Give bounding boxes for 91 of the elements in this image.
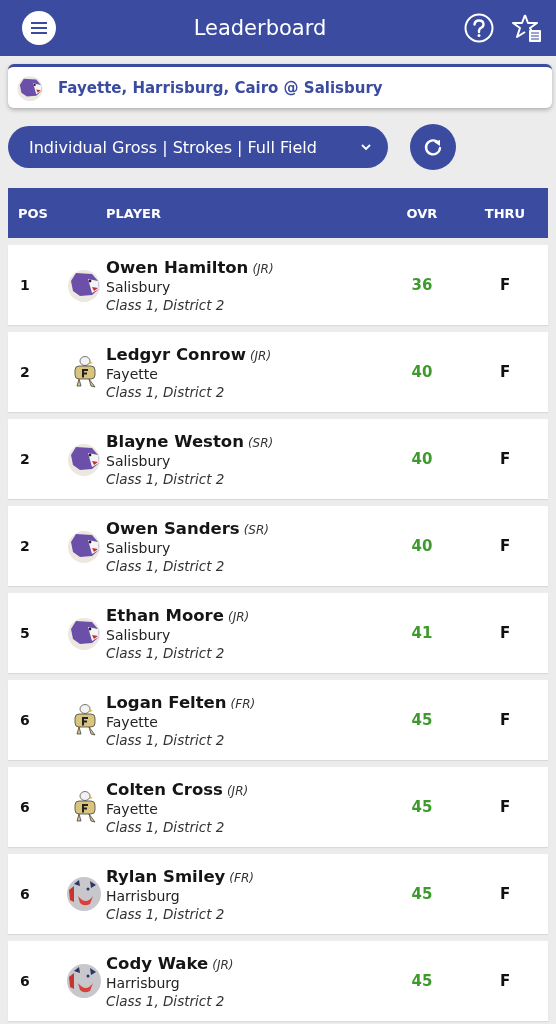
score-text: 41 — [411, 624, 433, 642]
grade-text: (JR) — [252, 261, 274, 276]
player-name: Cody Wake — [106, 953, 209, 973]
thru-text: F — [499, 537, 511, 555]
position-text: 6 — [19, 712, 31, 728]
score-text: 45 — [411, 711, 433, 729]
thru-text: F — [499, 972, 511, 990]
grade-text: (JR) — [227, 609, 250, 624]
favorites-button[interactable] — [512, 13, 542, 43]
position-text: 2 — [19, 538, 31, 554]
player-name: Colten Cross — [106, 779, 223, 799]
grade-text: (FR) — [230, 696, 256, 711]
school-name: Harrisburg — [106, 974, 181, 991]
help-button[interactable] — [464, 13, 494, 43]
thru-text: F — [499, 363, 511, 381]
player-name: Owen Hamilton — [106, 257, 249, 277]
player-name: Logan Felten — [106, 692, 227, 712]
player-name: Owen Sanders — [106, 518, 240, 538]
player-row[interactable]: 2 Blayne Weston (SR) Salisbury Class 1, District 2 40 F — [8, 419, 548, 499]
thru-text: F — [499, 276, 511, 294]
school-name: Salisbury — [106, 452, 172, 469]
chevron-down-icon — [360, 143, 372, 151]
position-text: 1 — [19, 277, 31, 293]
division-text: Class 1, District 2 — [106, 644, 226, 661]
grade-text: (FR) — [229, 870, 254, 885]
school-name: Harrisburg — [106, 887, 181, 904]
position-text: 2 — [19, 451, 31, 467]
menu-button[interactable] — [22, 11, 56, 45]
division-text: Class 1, District 2 — [106, 992, 226, 1009]
menu-icon — [31, 22, 47, 34]
player-row[interactable]: 1 Owen Hamilton (JR) Salisbury Class 1, District 2 36 F — [8, 245, 548, 325]
score-text: 45 — [411, 798, 433, 816]
thru-text: F — [499, 450, 511, 468]
score-text: 40 — [411, 450, 433, 468]
column-header: PLAYER — [106, 205, 162, 221]
school-name: Salisbury — [106, 626, 172, 643]
score-text: 40 — [411, 537, 433, 555]
player-row[interactable]: 6 Logan Felten (FR) Fayette Class 1, District 2 45 F — [8, 680, 548, 760]
column-header: THRU — [483, 205, 527, 221]
division-text: Class 1, District 2 — [106, 296, 226, 313]
division-text: Class 1, District 2 — [106, 818, 226, 835]
position-text: 6 — [19, 799, 31, 815]
school-name: Fayette — [106, 800, 159, 817]
column-header: POS — [17, 205, 49, 221]
star-list-icon — [512, 13, 542, 43]
thru-text: F — [499, 885, 511, 903]
grade-text: (SR) — [243, 522, 269, 537]
score-text: 45 — [411, 972, 433, 990]
division-text: Class 1, District 2 — [106, 557, 226, 574]
grade-text: (SR) — [247, 435, 274, 450]
thru-text: F — [499, 711, 511, 729]
score-text: 45 — [411, 885, 433, 903]
grade-text: (JR) — [212, 957, 234, 972]
grade-text: (JR) — [249, 348, 272, 363]
bulldog-head-icon — [66, 963, 102, 999]
division-text: Class 1, District 2 — [106, 383, 226, 400]
school-name: Salisbury — [106, 278, 172, 295]
player-row[interactable]: 6 Cody Wake (JR) Harrisburg Class 1, District 2 45 F — [8, 941, 548, 1021]
player-row[interactable]: 6 Rylan Smiley (FR) Harrisburg Class 1, District 2 45 F — [8, 854, 548, 934]
school-name: Salisbury — [106, 539, 172, 556]
school-name: Fayette — [106, 365, 159, 382]
column-header: OVR — [405, 205, 439, 221]
grade-text: (JR) — [226, 783, 249, 798]
help-icon — [464, 13, 494, 43]
player-name: Rylan Smiley — [106, 866, 226, 886]
event-card[interactable]: Fayette, Harrisburg, Cairo @ Salisbury — [8, 64, 552, 108]
bulldog-head-icon — [66, 876, 102, 912]
page-title: Leaderboard — [193, 16, 327, 40]
player-name: Blayne Weston — [106, 431, 244, 451]
thru-text: F — [499, 798, 511, 816]
score-text: 40 — [411, 363, 433, 381]
division-text: Class 1, District 2 — [106, 470, 226, 487]
leaderboard-type-dropdown[interactable]: Individual Gross | Strokes | Full Field — [8, 126, 388, 168]
position-text: 6 — [19, 886, 31, 902]
position-text: 6 — [19, 973, 31, 989]
score-text: 36 — [411, 276, 433, 294]
refresh-button[interactable] — [410, 124, 456, 170]
player-row[interactable]: 5 Ethan Moore (JR) Salisbury Class 1, District 2 41 F — [8, 593, 548, 673]
player-name: Ledgyr Conrow — [106, 344, 246, 364]
division-text: Class 1, District 2 — [106, 905, 226, 922]
player-row[interactable]: 2 Owen Sanders (SR) Salisbury Class 1, District 2 40 F — [8, 506, 548, 586]
position-text: 5 — [19, 625, 31, 641]
division-text: Class 1, District 2 — [106, 731, 226, 748]
thru-text: F — [499, 624, 511, 642]
player-row[interactable]: 2 Ledgyr Conrow (JR) Fayette Class 1, District 2 40 F — [8, 332, 548, 412]
player-row[interactable]: 6 Colten Cross (JR) Fayette Class 1, District 2 45 F — [8, 767, 548, 847]
player-name: Ethan Moore — [106, 605, 224, 625]
school-name: Fayette — [106, 713, 159, 730]
position-text: 2 — [19, 364, 31, 380]
event-title: Fayette, Harrisburg, Cairo @ Salisbury — [58, 78, 383, 97]
refresh-icon — [423, 137, 443, 157]
